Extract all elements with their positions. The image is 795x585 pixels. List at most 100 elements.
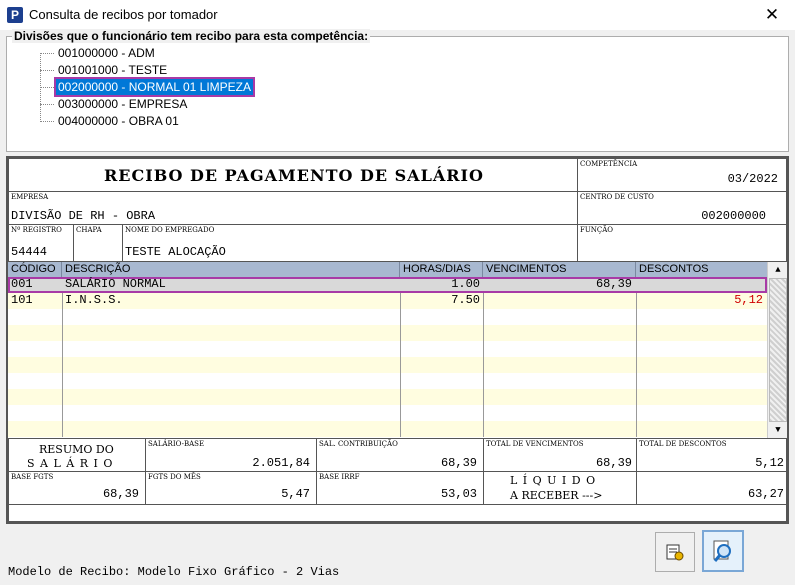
base-fgts-cell: BASE FGTS 68,39 (8, 471, 146, 505)
col-horas[interactable]: HORAS/DIAS (400, 262, 483, 277)
empresa-value: DIVISÃO DE RH - OBRA (11, 209, 156, 223)
export-icon (666, 544, 684, 561)
funcao-label: FUNÇÃO (580, 226, 614, 234)
chapa-label: CHAPA (76, 226, 102, 234)
grid-header: CÓDIGO DESCRIÇÃO HORAS/DIAS VENCIMENTOS … (8, 262, 767, 277)
grid-stripe (8, 309, 767, 325)
base-irrf-value: 53,03 (440, 487, 477, 501)
grid-scrollbar[interactable]: ▲ ▼ (767, 262, 787, 438)
tree-branch-line (40, 70, 54, 71)
magnifier-icon (713, 540, 731, 562)
registro-cell: Nº REGISTRO 54444 (8, 224, 74, 262)
centro-custo-value: 002000000 (701, 209, 766, 223)
salario-base-value: 2.051,84 (252, 456, 310, 470)
liquido-label-cell: L Í Q U I D O A RECEBER ---> (483, 471, 637, 505)
tree-branch-line (40, 53, 54, 54)
total-venc-cell: TOTAL DE VENCIMENTOS 68,39 (483, 438, 637, 472)
competencia-label: COMPETÊNCIA (580, 160, 638, 168)
grid-stripe (8, 325, 767, 341)
tree-item-label[interactable]: 002000000 - NORMAL 01 LIMPEZA (54, 77, 255, 97)
app-logo-icon: P (7, 7, 23, 23)
cell-descricao: SALÁRIO NORMAL (65, 277, 166, 291)
tree-branch-line (40, 121, 54, 122)
grid-stripe (8, 341, 767, 357)
cell-descricao: I.N.S.S. (65, 293, 123, 307)
tree-branch-line (40, 87, 54, 88)
sal-contrib-label: SAL. CONTRIBUIÇÃO (319, 440, 398, 448)
earnings-grid[interactable]: 001 SALÁRIO NORMAL 1.00 68,39 101 I.N.S.S. 7.5… (8, 277, 767, 437)
tree-item-label[interactable]: 001001000 - TESTE (56, 62, 169, 78)
liquido-line1: L Í Q U I D O (510, 474, 597, 487)
salario-base-label: SALÁRIO-BASE (148, 440, 205, 448)
tree-branch-line (40, 104, 54, 105)
close-button[interactable]: ✕ (749, 0, 795, 30)
resumo-cell: RESUMO DO S A L Á R I O (8, 438, 146, 472)
window-title: Consulta de recibos por tomador (29, 7, 218, 22)
fgts-mes-value: 5,47 (281, 487, 310, 501)
base-fgts-value: 68,39 (102, 487, 139, 501)
receipt-bottom-row (8, 504, 787, 522)
total-venc-label: TOTAL DE VENCIMENTOS (486, 440, 584, 448)
col-codigo[interactable]: CÓDIGO (8, 262, 62, 277)
liquido-line2: A RECEBER ---> (510, 489, 603, 502)
total-desc-value: 5,12 (755, 456, 784, 470)
cell-horas: 7.50 (451, 293, 480, 307)
tree-item-division[interactable]: 001001000 - TESTE (7, 62, 788, 79)
title-bar: P Consulta de recibos por tomador ✕ (0, 0, 795, 30)
col-descontos[interactable]: DESCONTOS (636, 262, 767, 277)
tree-item-division[interactable]: 001000000 - ADM (7, 45, 788, 62)
nome-value: TESTE ALOCAÇÃO (125, 245, 226, 259)
tree-item-division[interactable]: 003000000 - EMPRESA (7, 96, 788, 113)
resumo-line2: S A L Á R I O (27, 457, 114, 470)
tree-item-division[interactable]: 002000000 - NORMAL 01 LIMPEZA (7, 77, 788, 97)
receipt-title: RECIBO DE PAGAMENTO DE SALÁRIO (104, 166, 484, 185)
salario-base-cell: SALÁRIO-BASE 2.051,84 (145, 438, 317, 472)
competencia-value: 03/2022 (727, 172, 778, 186)
base-fgts-label: BASE FGTS (11, 473, 54, 481)
divisions-legend: Divisões que o funcionário tem recibo pa… (12, 29, 371, 43)
competencia-cell: COMPETÊNCIA 03/2022 (577, 158, 787, 192)
centro-custo-label: CENTRO DE CUSTO (580, 193, 654, 201)
total-desc-label: TOTAL DE DESCONTOS (639, 440, 727, 448)
preview-button[interactable] (702, 530, 744, 572)
tree-item-label[interactable]: 004000000 - OBRA 01 (56, 113, 181, 129)
centro-custo-cell: CENTRO DE CUSTO 002000000 (577, 191, 787, 225)
base-irrf-cell: BASE IRRF 53,03 (316, 471, 484, 505)
nome-cell: NOME DO EMPREGADO TESTE ALOCAÇÃO (122, 224, 578, 262)
sal-contrib-value: 68,39 (440, 456, 477, 470)
col-descricao[interactable]: DESCRIÇÃO (62, 262, 400, 277)
empresa-cell: EMPRESA DIVISÃO DE RH - OBRA (8, 191, 578, 225)
registro-value: 54444 (11, 245, 48, 259)
table-row[interactable]: 001 SALÁRIO NORMAL 1.00 68,39 (8, 277, 767, 293)
grid-stripe (8, 421, 767, 437)
cell-codigo: 101 (11, 293, 33, 307)
scroll-down-icon[interactable]: ▼ (769, 422, 787, 438)
cell-horas: 1.00 (451, 277, 480, 291)
receipt-title-cell: RECIBO DE PAGAMENTO DE SALÁRIO (8, 158, 578, 192)
liquido-cell: 63,27 (636, 471, 787, 505)
fgts-mes-label: FGTS DO MÊS (148, 473, 201, 481)
tree-item-label[interactable]: 003000000 - EMPRESA (56, 96, 189, 112)
tree-item-division[interactable]: 004000000 - OBRA 01 (7, 113, 788, 130)
recibo-model-text: Modelo de Recibo: Modelo Fixo Gráfico - … (8, 565, 340, 579)
scroll-up-icon[interactable]: ▲ (769, 262, 787, 278)
scroll-thumb[interactable] (769, 278, 787, 422)
grid-stripe (8, 357, 767, 373)
col-vencimentos[interactable]: VENCIMENTOS (483, 262, 636, 277)
grid-stripe (8, 389, 767, 405)
table-row[interactable]: 101 I.N.S.S. 7.50 5,12 (8, 293, 767, 309)
registro-label: Nº REGISTRO (11, 226, 62, 234)
divisions-tree[interactable]: 001000000 - ADM 001001000 - TESTE 00200000… (6, 36, 789, 152)
cell-descontos: 5,12 (734, 293, 763, 307)
funcao-cell: FUNÇÃO (577, 224, 787, 262)
tree-item-label[interactable]: 001000000 - ADM (56, 45, 157, 61)
total-desc-cell: TOTAL DE DESCONTOS 5,12 (636, 438, 787, 472)
cell-codigo: 001 (11, 277, 33, 291)
empresa-label: EMPRESA (11, 193, 49, 201)
grid-stripe (8, 405, 767, 421)
payslip-receipt: RECIBO DE PAGAMENTO DE SALÁRIO COMPETÊNC… (6, 156, 789, 524)
base-irrf-label: BASE IRRF (319, 473, 360, 481)
grid-stripe (8, 373, 767, 389)
export-button[interactable] (655, 532, 695, 572)
cell-vencimentos: 68,39 (595, 277, 632, 291)
